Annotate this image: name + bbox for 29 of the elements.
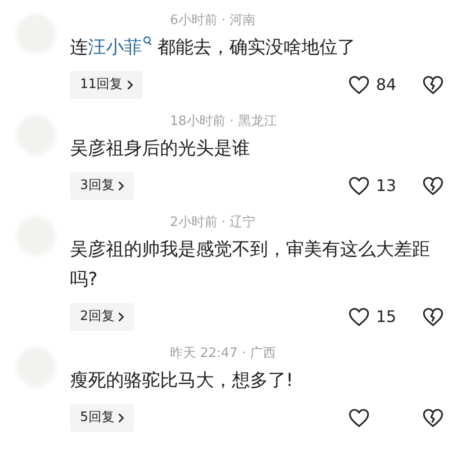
comment-meta: 昨天 22:47 · 广西 xyxy=(169,345,277,363)
comment-text: 吴彦祖的帅我是感觉不到，审美有这么大差距吗? xyxy=(70,238,431,292)
comment-text: 吴彦祖身后的光头是谁 xyxy=(70,137,251,161)
heart-icon xyxy=(348,408,370,428)
replies-button[interactable]: 2回复 xyxy=(70,303,134,331)
replies-button[interactable]: 11回复 xyxy=(70,71,143,99)
chevron-right-icon xyxy=(118,413,124,423)
like-button[interactable]: 13 xyxy=(348,174,412,198)
dislike-button[interactable] xyxy=(422,307,444,327)
replies-button[interactable]: 5回复 xyxy=(70,404,134,432)
search-icon xyxy=(143,36,152,47)
comment-text: 连汪小菲 都能去，确实没啥地位了 xyxy=(70,33,444,63)
chevron-right-icon xyxy=(118,181,124,191)
chevron-right-icon xyxy=(126,80,133,90)
comment-meta: 2小时前 · 辽宁 xyxy=(169,214,257,232)
heart-icon xyxy=(348,176,370,196)
heart-icon xyxy=(348,75,370,95)
chevron-right-icon xyxy=(118,312,124,322)
like-button[interactable]: 15 xyxy=(348,305,412,329)
dislike-button[interactable] xyxy=(422,75,444,95)
dislike-button[interactable] xyxy=(422,176,444,196)
comment-text: 瘦死的骆驼比马大，想多了! xyxy=(70,369,294,393)
dislike-button[interactable] xyxy=(422,408,444,428)
search-link[interactable]: 汪小菲 xyxy=(88,33,152,63)
replies-button[interactable]: 3回复 xyxy=(70,172,134,200)
heart-icon xyxy=(348,307,370,327)
like-button[interactable]: 84 xyxy=(348,73,412,97)
comment-meta: 6小时前 · 河南 xyxy=(169,12,257,30)
comment-meta: 18小时前 · 黑龙江 xyxy=(169,113,278,131)
